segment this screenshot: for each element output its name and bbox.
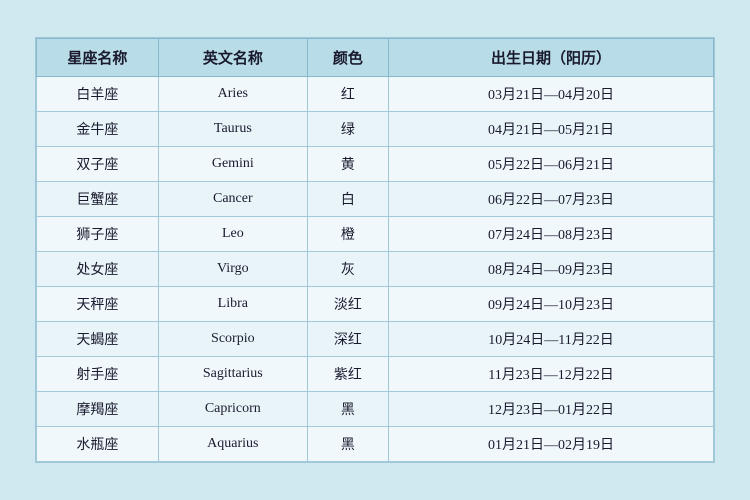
table-row: 狮子座Leo橙07月24日—08月23日 (37, 217, 714, 252)
cell-color: 黑 (307, 427, 388, 462)
cell-date: 03月21日—04月20日 (389, 77, 714, 112)
cell-en-name: Virgo (158, 252, 307, 287)
table-row: 天蝎座Scorpio深红10月24日—11月22日 (37, 322, 714, 357)
cell-zh-name: 天蝎座 (37, 322, 159, 357)
cell-en-name: Libra (158, 287, 307, 322)
zodiac-table: 星座名称 英文名称 颜色 出生日期（阳历） 白羊座Aries红03月21日—04… (36, 38, 714, 462)
cell-en-name: Taurus (158, 112, 307, 147)
cell-zh-name: 摩羯座 (37, 392, 159, 427)
cell-zh-name: 射手座 (37, 357, 159, 392)
cell-color: 灰 (307, 252, 388, 287)
cell-color: 黑 (307, 392, 388, 427)
table-row: 双子座Gemini黄05月22日—06月21日 (37, 147, 714, 182)
cell-date: 04月21日—05月21日 (389, 112, 714, 147)
cell-color: 深红 (307, 322, 388, 357)
cell-date: 09月24日—10月23日 (389, 287, 714, 322)
cell-date: 08月24日—09月23日 (389, 252, 714, 287)
table-header-row: 星座名称 英文名称 颜色 出生日期（阳历） (37, 39, 714, 77)
cell-date: 10月24日—11月22日 (389, 322, 714, 357)
cell-color: 淡红 (307, 287, 388, 322)
cell-zh-name: 天秤座 (37, 287, 159, 322)
table-row: 白羊座Aries红03月21日—04月20日 (37, 77, 714, 112)
cell-color: 橙 (307, 217, 388, 252)
table-row: 射手座Sagittarius紫红11月23日—12月22日 (37, 357, 714, 392)
header-date: 出生日期（阳历） (389, 39, 714, 77)
header-en-name: 英文名称 (158, 39, 307, 77)
cell-zh-name: 巨蟹座 (37, 182, 159, 217)
cell-en-name: Aries (158, 77, 307, 112)
cell-en-name: Gemini (158, 147, 307, 182)
cell-en-name: Capricorn (158, 392, 307, 427)
cell-zh-name: 金牛座 (37, 112, 159, 147)
cell-date: 06月22日—07月23日 (389, 182, 714, 217)
cell-color: 红 (307, 77, 388, 112)
cell-zh-name: 水瓶座 (37, 427, 159, 462)
zodiac-table-container: 星座名称 英文名称 颜色 出生日期（阳历） 白羊座Aries红03月21日—04… (35, 37, 715, 463)
cell-date: 01月21日—02月19日 (389, 427, 714, 462)
cell-en-name: Cancer (158, 182, 307, 217)
cell-date: 11月23日—12月22日 (389, 357, 714, 392)
table-row: 摩羯座Capricorn黑12月23日—01月22日 (37, 392, 714, 427)
cell-color: 黄 (307, 147, 388, 182)
table-row: 巨蟹座Cancer白06月22日—07月23日 (37, 182, 714, 217)
cell-zh-name: 双子座 (37, 147, 159, 182)
table-row: 天秤座Libra淡红09月24日—10月23日 (37, 287, 714, 322)
cell-zh-name: 狮子座 (37, 217, 159, 252)
cell-zh-name: 处女座 (37, 252, 159, 287)
cell-date: 12月23日—01月22日 (389, 392, 714, 427)
cell-en-name: Aquarius (158, 427, 307, 462)
table-row: 处女座Virgo灰08月24日—09月23日 (37, 252, 714, 287)
cell-en-name: Leo (158, 217, 307, 252)
cell-en-name: Sagittarius (158, 357, 307, 392)
header-zh-name: 星座名称 (37, 39, 159, 77)
cell-date: 07月24日—08月23日 (389, 217, 714, 252)
cell-color: 绿 (307, 112, 388, 147)
cell-date: 05月22日—06月21日 (389, 147, 714, 182)
cell-color: 紫红 (307, 357, 388, 392)
cell-zh-name: 白羊座 (37, 77, 159, 112)
cell-color: 白 (307, 182, 388, 217)
table-row: 水瓶座Aquarius黑01月21日—02月19日 (37, 427, 714, 462)
cell-en-name: Scorpio (158, 322, 307, 357)
header-color: 颜色 (307, 39, 388, 77)
table-row: 金牛座Taurus绿04月21日—05月21日 (37, 112, 714, 147)
